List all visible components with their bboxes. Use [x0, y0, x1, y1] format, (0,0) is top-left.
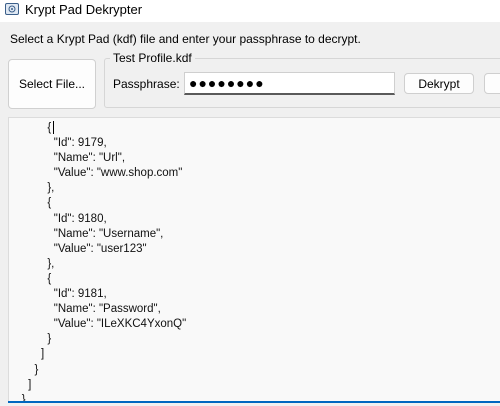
vault-icon	[5, 3, 19, 15]
dekrypt-button[interactable]: Dekrypt	[404, 73, 474, 94]
secondary-button[interactable]	[484, 73, 500, 94]
decrypted-output-textbox[interactable]: { "Id": 9179, "Name": "Url", "Value": "w…	[8, 117, 500, 401]
passphrase-input[interactable]: ●●●●●●●●	[184, 72, 395, 95]
decrypted-json-text: { "Id": 9179, "Name": "Url", "Value": "w…	[21, 122, 187, 401]
text-caret	[53, 121, 54, 134]
title-bar: Krypt Pad Dekrypter	[0, 0, 500, 22]
passphrase-label: Passphrase:	[113, 77, 180, 91]
instruction-text: Select a Krypt Pad (kdf) file and enter …	[10, 32, 361, 46]
select-file-button[interactable]: Select File...	[8, 59, 96, 109]
window-title: Krypt Pad Dekrypter	[25, 2, 143, 17]
profile-filename-label: Test Profile.kdf	[110, 51, 195, 65]
textbox-focus-underline	[8, 401, 500, 403]
